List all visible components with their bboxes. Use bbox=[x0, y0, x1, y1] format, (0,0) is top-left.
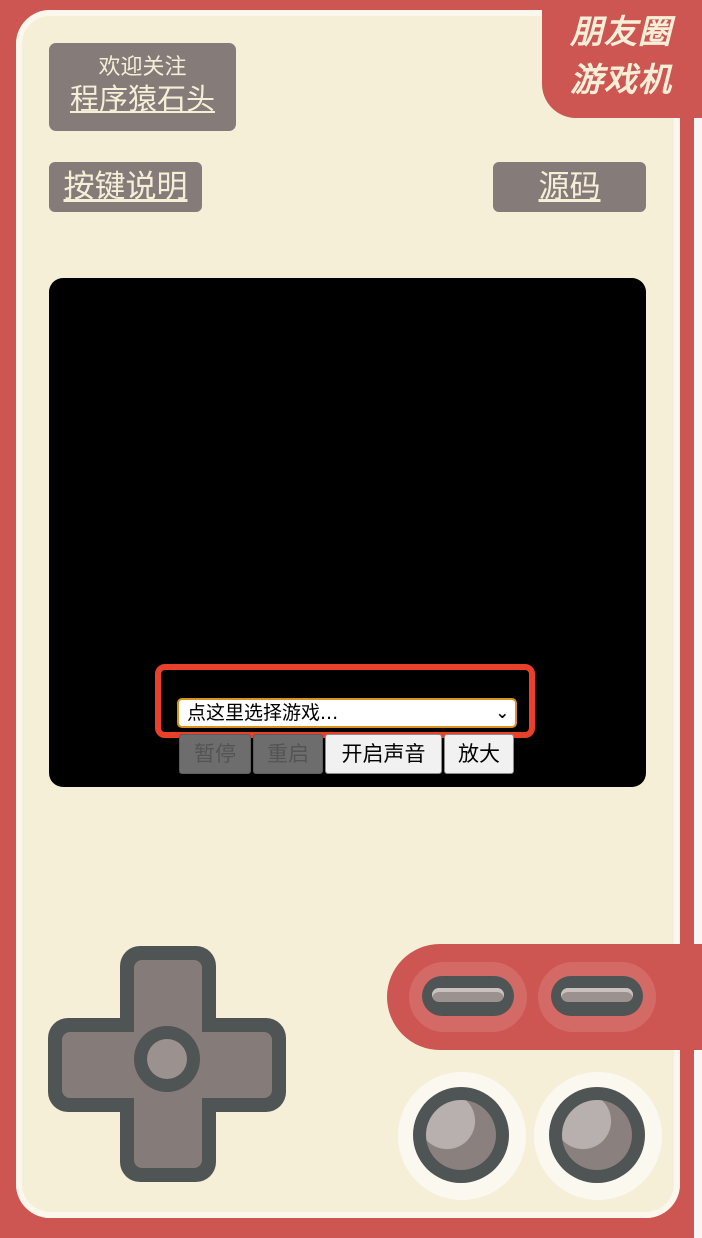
start-button[interactable] bbox=[551, 976, 643, 1016]
zoom-button[interactable]: 放大 bbox=[444, 734, 514, 774]
game-console-shell: 朋友圈 游戏机 欢迎关注 程序猿石头 按键说明 源码 点这里选择游戏... ⌄ … bbox=[0, 0, 702, 1238]
brand-line-1: 朋友圈 bbox=[570, 12, 672, 51]
dpad-center bbox=[134, 1026, 200, 1092]
dpad-center-dot bbox=[147, 1039, 187, 1079]
author-name: 程序猿石头 bbox=[69, 82, 215, 116]
b-button[interactable] bbox=[413, 1087, 509, 1183]
select-button-wrap bbox=[409, 962, 527, 1032]
brand-title: 朋友圈 游戏机 bbox=[556, 8, 686, 104]
pause-button[interactable]: 暂停 bbox=[179, 734, 251, 774]
follow-label: 欢迎关注 bbox=[98, 55, 187, 80]
help-button[interactable]: 按键说明 bbox=[49, 162, 202, 212]
start-button-wrap bbox=[538, 962, 656, 1032]
brand-line-2: 游戏机 bbox=[570, 60, 672, 99]
select-button[interactable] bbox=[422, 976, 514, 1016]
dpad[interactable] bbox=[48, 946, 296, 1192]
restart-button[interactable]: 重启 bbox=[253, 734, 323, 774]
sound-button[interactable]: 开启声音 bbox=[325, 734, 442, 774]
a-button-wrap bbox=[534, 1072, 662, 1200]
highlight-frame bbox=[155, 664, 535, 738]
game-screen[interactable]: 点这里选择游戏... ⌄ 暂停 重启 开启声音 放大 bbox=[49, 278, 646, 787]
follow-link[interactable]: 欢迎关注 程序猿石头 bbox=[49, 43, 236, 131]
b-button-wrap bbox=[398, 1072, 526, 1200]
source-button[interactable]: 源码 bbox=[493, 162, 646, 212]
a-button[interactable] bbox=[549, 1087, 645, 1183]
